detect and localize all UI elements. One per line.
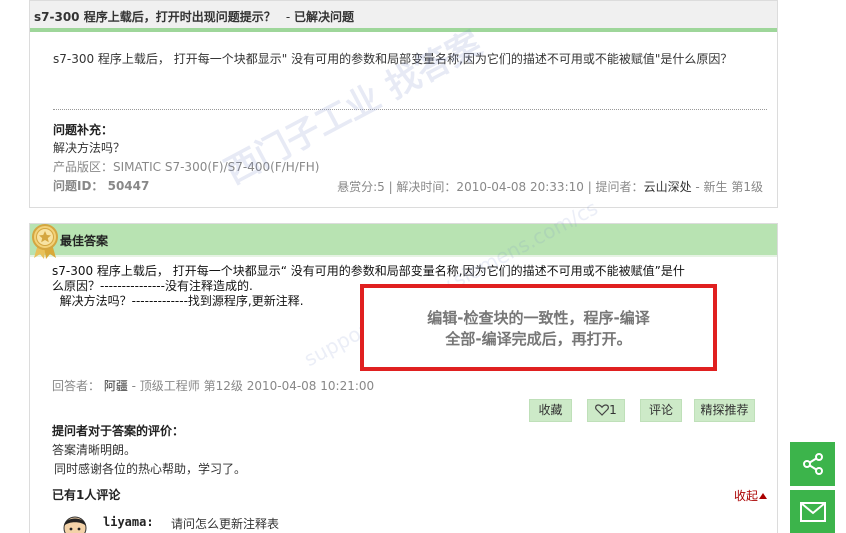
mail-icon — [799, 502, 826, 522]
like-button[interactable]: 1 — [587, 399, 625, 422]
supplement-body: 解决方法吗？ — [53, 141, 126, 155]
callout-text: 编辑-检查块的一致性，程序-编译 全部-编译完成后，再打开。 — [364, 308, 713, 350]
share-button[interactable] — [790, 442, 835, 486]
heart-icon — [595, 404, 610, 416]
question-title: s7-300 程序上载后，打开时出现问题提示？ — [34, 10, 276, 24]
question-header: s7-300 程序上载后，打开时出现问题提示？ - 已解决问题 — [30, 1, 777, 32]
triangle-up-icon — [759, 493, 767, 499]
answerer-info: 回答者： 阿疆 - 顶级工程师 第12级 2010-04-08 10:21:00 — [52, 379, 375, 393]
answerer-link[interactable]: 阿疆 — [104, 379, 128, 393]
callout-box: 编辑-检查块的一致性，程序-编译 全部-编译完成后，再打开。 — [360, 284, 717, 371]
evaluation-text: 答案清晰明朗。 — [52, 443, 137, 457]
evaluation-text: 同时感谢各位的热心帮助，学习了。 — [54, 462, 247, 476]
collapse-link[interactable]: 收起 — [734, 487, 767, 504]
question-id: 问题ID： 50447 — [53, 179, 150, 193]
evaluation-title: 提问者对于答案的评价： — [52, 424, 185, 438]
asker-link[interactable]: 云山深处 — [644, 180, 692, 194]
question-panel: s7-300 程序上载后，打开时出现问题提示？ - 已解决问题 s7-300 程… — [29, 0, 778, 208]
medal-icon — [32, 224, 58, 259]
callout-line: 全部-编译完成后，再打开。 — [445, 330, 632, 348]
supplement-title: 问题补充： — [53, 123, 114, 137]
product-area: 产品版区：SIMATIC S7-300(F)/S7-400(F/H/FH) — [53, 160, 320, 174]
commenter-name[interactable]: liyama: — [103, 515, 154, 529]
recommend-button[interactable]: 精探推荐 — [694, 399, 755, 422]
best-answer-panel: 最佳答案 s7-300 程序上载后， 打开每一个块都显示“ 没有可用的参数和局部… — [29, 223, 778, 533]
question-status: - 已解决问题 — [285, 10, 355, 24]
callout-line: 编辑-检查块的一致性，程序-编译 — [427, 309, 650, 327]
mail-button[interactable] — [790, 490, 835, 533]
question-meta: 悬赏分:5 | 解决时间：2010-04-08 20:33:10 | 提问者：云… — [337, 180, 763, 194]
share-icon — [802, 453, 823, 475]
answer-line: s7-300 程序上载后， 打开每一个块都显示“ 没有可用的参数和局部变量名称,… — [52, 264, 685, 278]
comment-button[interactable]: 评论 — [640, 399, 682, 422]
avatar — [63, 516, 87, 533]
divider — [53, 109, 767, 110]
comment-text: 请问怎么更新注释表 — [171, 517, 280, 531]
like-count: 1 — [609, 403, 617, 417]
best-answer-header: 最佳答案 — [30, 224, 777, 257]
question-body: s7-300 程序上载后， 打开每一个块都显示" 没有可用的参数和局部变量名称,… — [53, 52, 733, 66]
comments-count: 已有1人评论 — [52, 488, 121, 502]
best-answer-title: 最佳答案 — [60, 234, 109, 248]
favorite-button[interactable]: 收藏 — [529, 399, 572, 422]
